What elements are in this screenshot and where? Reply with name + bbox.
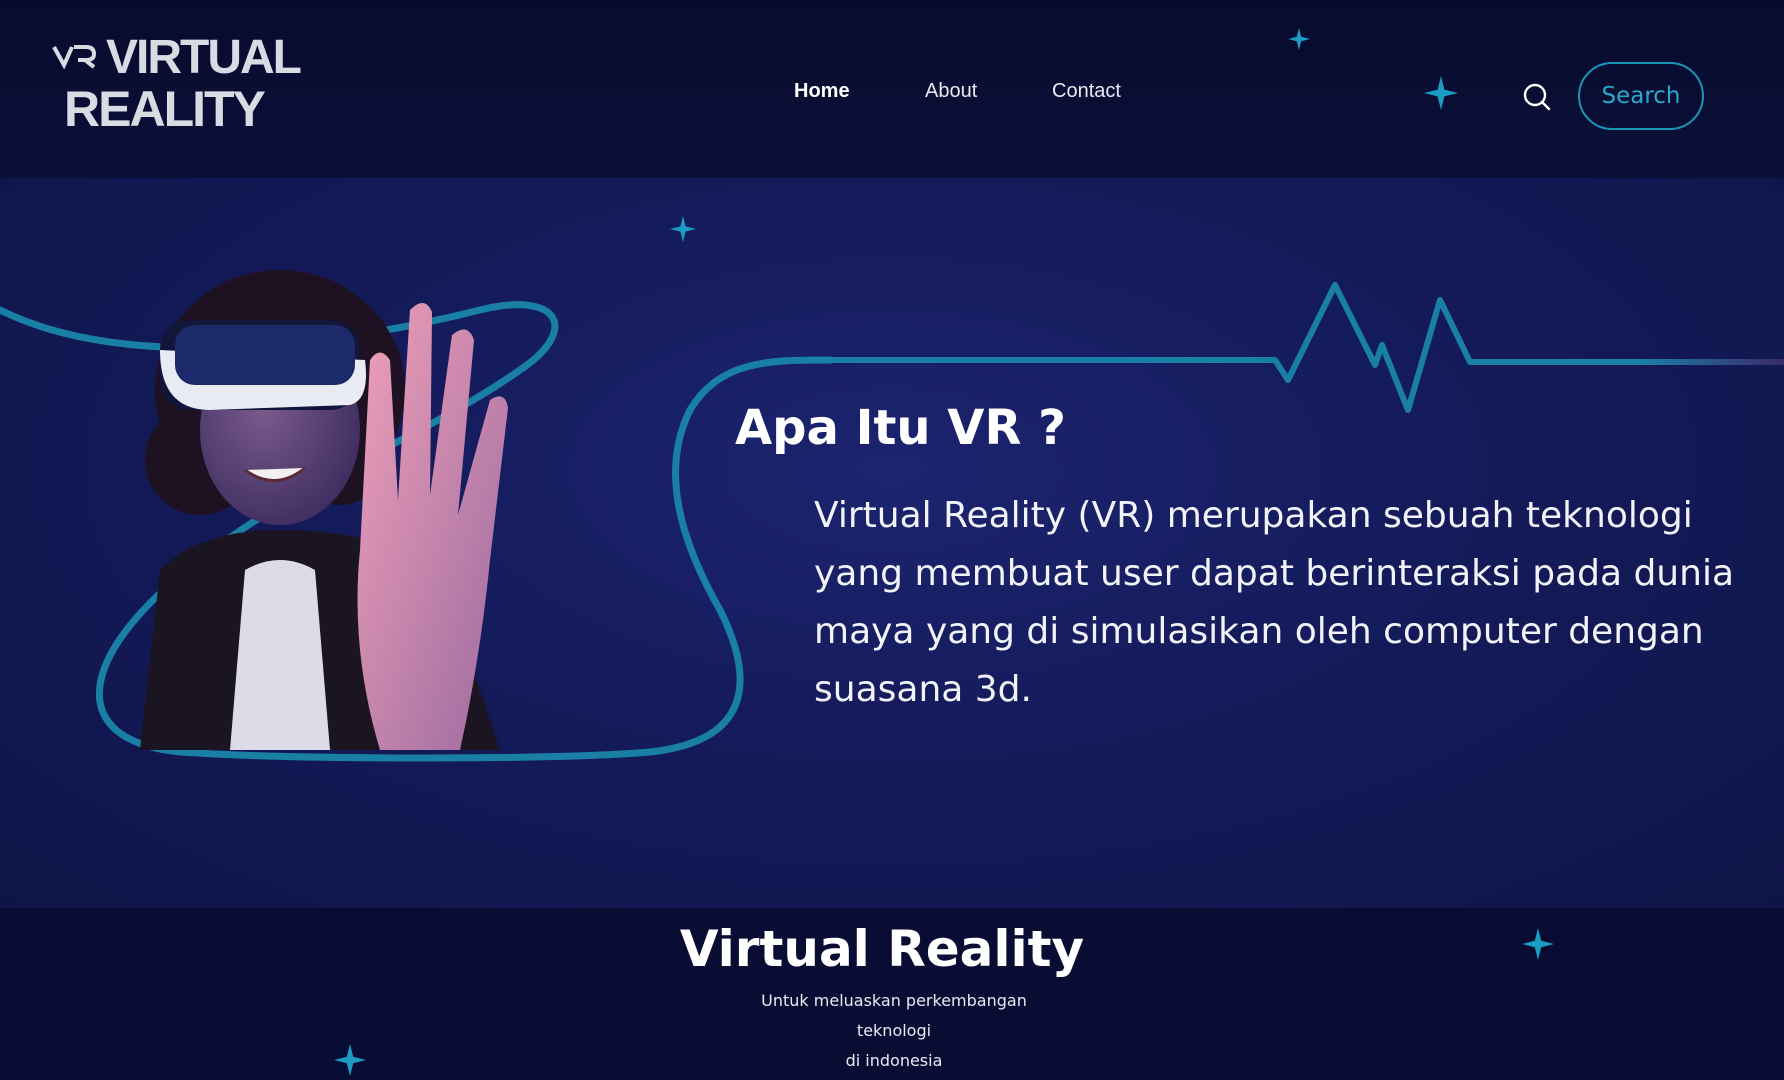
nav-contact[interactable]: Contact (1052, 80, 1121, 103)
search-icon[interactable] (1522, 82, 1552, 112)
intro-subtitle: Untuk meluaskan perkembangan teknologi d… (734, 986, 1054, 1076)
vr-headset-person-image (140, 270, 508, 750)
sparkle-icon (1424, 76, 1458, 110)
nav-home[interactable]: Home (794, 80, 850, 103)
search-button[interactable]: Search (1578, 62, 1704, 130)
intro-heading: Virtual Reality (679, 920, 1085, 978)
sparkle-icon (670, 216, 696, 242)
about-vr-heading: Apa Itu VR ? (735, 400, 1066, 456)
site-logo[interactable]: VIRTUAL REALITY (50, 30, 350, 137)
logo-text-line1: VIRTUAL (106, 31, 302, 84)
about-vr-description: Virtual Reality (VR) merupakan sebuah te… (814, 495, 1735, 710)
intro-subtitle-line2: di indonesia (845, 1051, 943, 1070)
logo-text-line2: REALITY (64, 81, 266, 137)
sparkle-icon (334, 1044, 366, 1076)
vr-logo-icon (52, 45, 97, 70)
nav-about[interactable]: About (925, 80, 977, 103)
intro-subtitle-line1: Untuk meluaskan perkembangan teknologi (761, 991, 1027, 1040)
sparkle-icon (1288, 28, 1310, 50)
heartbeat-line (827, 282, 1784, 413)
